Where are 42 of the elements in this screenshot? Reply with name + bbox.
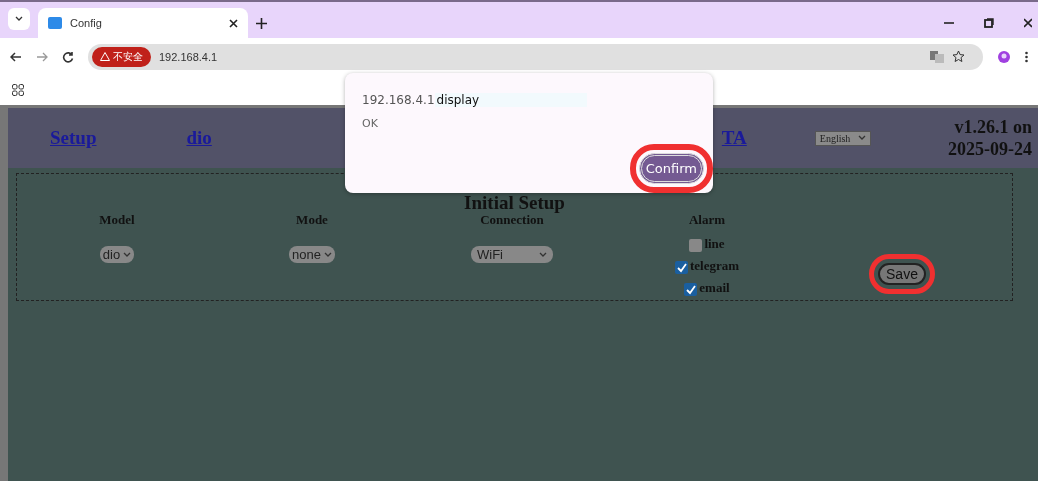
profile-icon[interactable] [997, 49, 1011, 64]
forward-icon[interactable] [36, 51, 48, 62]
caret-icon [858, 135, 867, 141]
close-icon[interactable] [1024, 18, 1032, 28]
checkbox[interactable] [674, 261, 688, 274]
field-label: Mode [296, 212, 328, 228]
caret-icon [323, 251, 332, 258]
star-icon[interactable] [952, 50, 965, 63]
select-dropdown[interactable]: WiFi [471, 246, 553, 263]
checkbox-label: telegram [689, 258, 740, 274]
dialog-message: display [434, 93, 587, 107]
address-field[interactable]: 192.168.4.1 [159, 50, 922, 63]
field-label: Model [99, 212, 135, 228]
language-select[interactable]: English [814, 130, 872, 146]
new-tab-icon[interactable] [256, 18, 267, 29]
dialog-text: OK [362, 117, 379, 130]
version-text: v1.26.1 on 2025-09-24 [948, 116, 1032, 160]
save-button[interactable]: Save [878, 263, 926, 285]
apps-icon[interactable] [12, 84, 24, 96]
browser-tab[interactable]: Config [38, 8, 248, 38]
field-label: Alarm [688, 212, 726, 228]
restore-icon[interactable] [984, 18, 994, 28]
checkbox-label: email [699, 280, 730, 296]
dialog-origin: 192.168.4.1 [362, 93, 435, 107]
checkbox-label: line [704, 236, 725, 252]
favicon-icon [48, 17, 62, 29]
field-label: Connection [480, 212, 544, 228]
caret-icon [123, 251, 132, 258]
translate-icon[interactable] [930, 50, 944, 63]
back-icon[interactable] [10, 51, 22, 62]
select-dropdown[interactable]: none [289, 246, 335, 263]
menu-icon[interactable] [1025, 50, 1028, 63]
close-icon[interactable] [229, 18, 238, 28]
checkbox[interactable] [689, 239, 703, 252]
caret-icon [539, 251, 547, 258]
reload-icon[interactable] [62, 50, 74, 63]
checkbox[interactable] [684, 283, 698, 296]
security-badge[interactable]: 不安全 [92, 46, 151, 67]
select-dropdown[interactable]: dio [99, 246, 135, 263]
section-title: Initial Setup [463, 194, 566, 212]
confirm-button[interactable]: Confirm [638, 153, 704, 184]
caret-icon [15, 16, 23, 22]
